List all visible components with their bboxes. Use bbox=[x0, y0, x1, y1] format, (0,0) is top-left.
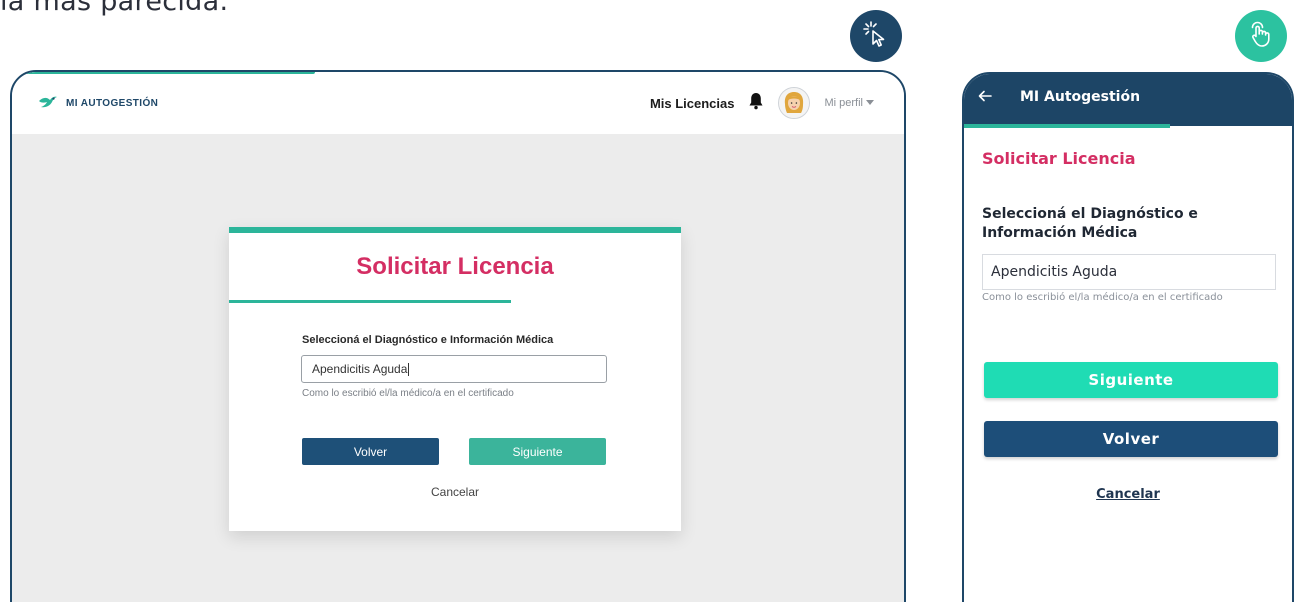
text-caret bbox=[408, 362, 410, 376]
desktop-topbar: MI AUTOGESTIÓN Mis Licencias Mi perfil bbox=[12, 72, 904, 134]
title-accent-line bbox=[229, 300, 511, 303]
mobile-badge bbox=[1235, 10, 1287, 62]
diagnosis-hint: Como lo escribió el/la médico/a en el ce… bbox=[302, 388, 514, 399]
desktop-frame: MI AUTOGESTIÓN Mis Licencias Mi perfil S… bbox=[10, 70, 906, 602]
back-button[interactable]: Volver bbox=[302, 438, 439, 465]
mobile-diagnosis-hint: Como lo escribió el/la médico/a en el ce… bbox=[982, 292, 1223, 303]
mobile-next-button[interactable]: Siguiente bbox=[984, 362, 1278, 398]
click-cursor-icon bbox=[862, 20, 890, 52]
mobile-back-button[interactable]: Volver bbox=[984, 421, 1278, 457]
arrow-left-icon[interactable] bbox=[978, 88, 992, 107]
desktop-nav: Mis Licencias Mi perfil bbox=[650, 86, 874, 120]
next-button[interactable]: Siguiente bbox=[469, 438, 606, 465]
mobile-page-title: Solicitar Licencia bbox=[982, 149, 1136, 168]
mobile-frame: MI Autogestión Solicitar Licencia Selecc… bbox=[962, 72, 1294, 602]
brand-name: MI AUTOGESTIÓN bbox=[66, 98, 159, 109]
caret-down-icon bbox=[866, 97, 874, 109]
screenshot: la más parecida. MI AUTOGESTIÓN Mis Lice… bbox=[0, 0, 1297, 602]
mobile-header: MI Autogestión bbox=[964, 74, 1292, 126]
diagnosis-input-value: Apendicitis Aguda bbox=[312, 362, 408, 376]
cancel-link[interactable]: Cancelar bbox=[229, 485, 681, 499]
tap-hand-icon bbox=[1247, 20, 1275, 52]
desktop-badge bbox=[850, 10, 902, 62]
mobile-cancel-link[interactable]: Cancelar bbox=[964, 487, 1292, 502]
profile-menu[interactable]: Mi perfil bbox=[824, 97, 874, 109]
caption-text: la más parecida. bbox=[0, 0, 229, 17]
mobile-diagnosis-label: Seleccioná el Diagnóstico e Información … bbox=[982, 206, 1198, 241]
mobile-diagnosis-input-value: Apendicitis Aguda bbox=[991, 264, 1118, 280]
avatar[interactable] bbox=[778, 87, 811, 119]
profile-label: Mi perfil bbox=[824, 97, 863, 109]
bell-icon[interactable] bbox=[748, 92, 764, 114]
mobile-diagnosis-input[interactable]: Apendicitis Aguda bbox=[982, 254, 1276, 290]
mobile-progress-bar bbox=[964, 124, 1170, 128]
mobile-app-title: MI Autogestión bbox=[1020, 89, 1141, 105]
brand-bird-icon bbox=[38, 94, 58, 113]
nav-mis-licencias[interactable]: Mis Licencias bbox=[650, 96, 735, 111]
page-title: Solicitar Licencia bbox=[356, 253, 554, 280]
diagnosis-input[interactable]: Apendicitis Aguda bbox=[301, 355, 607, 383]
brand-logo[interactable]: MI AUTOGESTIÓN bbox=[38, 94, 158, 113]
diagnosis-label: Seleccioná el Diagnóstico e Información … bbox=[302, 334, 554, 346]
request-card: Solicitar Licencia Seleccioná el Diagnós… bbox=[229, 227, 681, 531]
